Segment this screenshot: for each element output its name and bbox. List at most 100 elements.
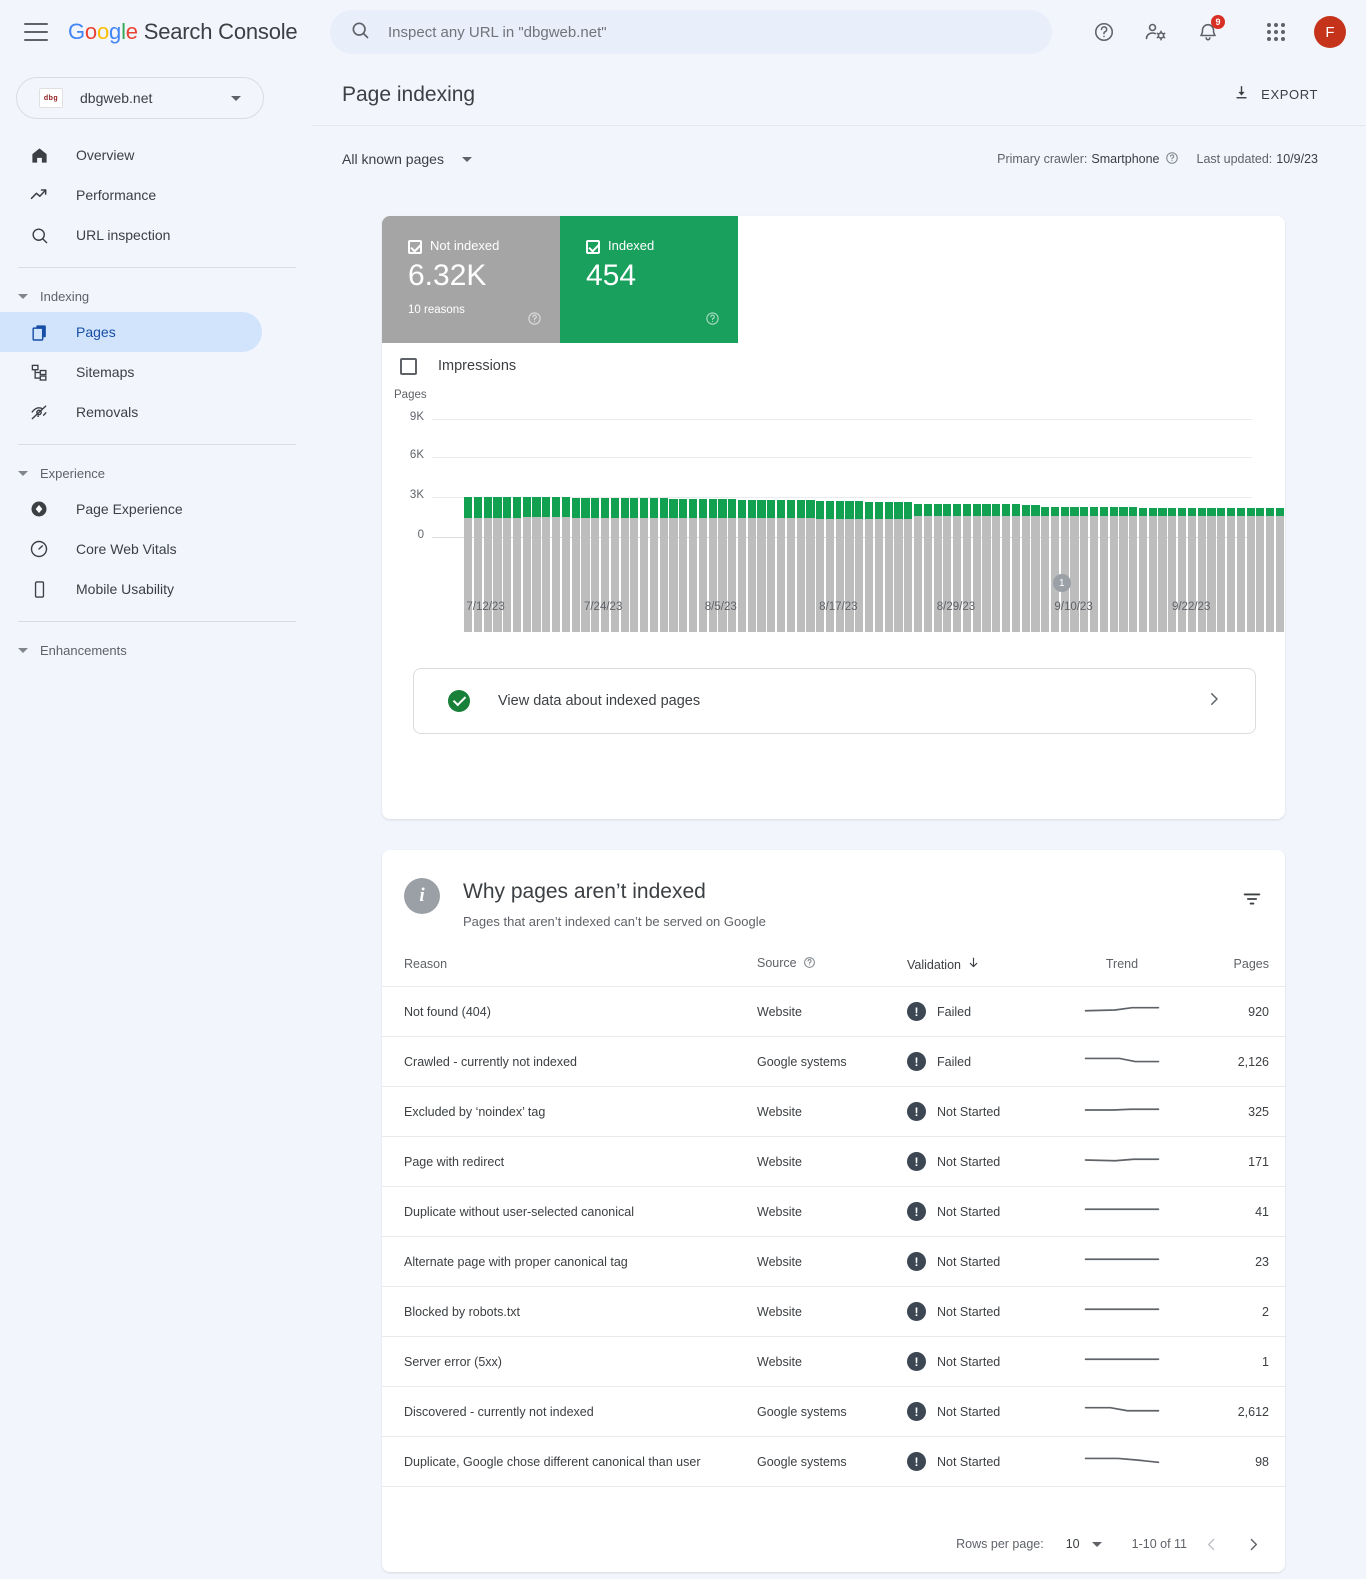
next-page-button[interactable]: [1235, 1526, 1271, 1562]
column-header-trend[interactable]: Trend: [1062, 950, 1182, 987]
cell-reason[interactable]: Alternate page with proper canonical tag: [382, 1236, 757, 1287]
warning-icon: !: [907, 1202, 926, 1221]
table-row[interactable]: Duplicate, Google chose different canoni…: [382, 1436, 1285, 1487]
table-row[interactable]: Page with redirect Website! Not Started 171: [382, 1136, 1285, 1187]
cell-source: Website: [757, 1186, 907, 1237]
help-circle-icon[interactable]: [1165, 151, 1179, 168]
account-settings-icon[interactable]: [1136, 12, 1176, 52]
trend-sparkline-icon: [1084, 1457, 1160, 1464]
validation-status-label: Not Started: [937, 1454, 1001, 1469]
column-header-validation[interactable]: Validation: [907, 950, 1062, 987]
arrow-down-icon: [967, 957, 980, 972]
notifications-icon[interactable]: 9: [1188, 12, 1228, 52]
cell-trend: [1062, 1136, 1182, 1187]
checkbox-checked-icon[interactable]: [408, 240, 422, 254]
sidebar-item-pages[interactable]: Pages: [0, 312, 262, 352]
notification-badge: 9: [1211, 15, 1225, 29]
cell-reason[interactable]: Discovered - currently not indexed: [382, 1386, 757, 1437]
table-row[interactable]: Server error (5xx) Website! Not Started 1: [382, 1336, 1285, 1387]
help-circle-icon[interactable]: [705, 311, 720, 331]
bar-segment-indexed: [1197, 508, 1206, 516]
bar-segment-indexed: [1217, 508, 1226, 516]
sidebar-group-indexing[interactable]: Indexing: [0, 280, 312, 312]
column-header-reason[interactable]: Reason: [382, 950, 757, 987]
table-row[interactable]: Discovered - currently not indexed Google…: [382, 1386, 1285, 1437]
bar-segment-indexed: [1158, 507, 1167, 516]
chart-annotation-marker[interactable]: 1: [1052, 574, 1071, 592]
cell-reason[interactable]: Page with redirect: [382, 1136, 757, 1187]
table-row[interactable]: Blocked by robots.txt Website! Not Started…: [382, 1286, 1285, 1337]
table-head: Reason Source Validation Trend Pages: [382, 950, 1285, 987]
column-header-source[interactable]: Source: [757, 950, 907, 987]
cell-reason[interactable]: Duplicate without user-selected canonica…: [382, 1186, 757, 1237]
sidebar-item-overview[interactable]: Overview: [0, 135, 262, 175]
cell-reason[interactable]: Blocked by robots.txt: [382, 1286, 757, 1337]
sidebar-item-performance[interactable]: Performance: [0, 175, 262, 215]
table-row[interactable]: Crawled - currently not indexed Google sy…: [382, 1036, 1285, 1087]
bar-segment-indexed: [1236, 508, 1245, 516]
help-circle-icon[interactable]: [527, 311, 542, 331]
sidebar-item-removals[interactable]: Removals: [0, 392, 262, 432]
sidebar-item-core-web-vitals[interactable]: Core Web Vitals: [0, 529, 262, 569]
sidebar-group-enhancements[interactable]: Enhancements: [0, 634, 312, 666]
bar-segment-indexed: [1226, 508, 1236, 516]
sidebar-group-experience[interactable]: Experience: [0, 457, 312, 489]
avatar[interactable]: F: [1314, 16, 1346, 48]
apps-grid-icon[interactable]: [1256, 12, 1296, 52]
bar-segment-indexed: [1129, 507, 1138, 516]
checkbox-checked-icon[interactable]: [586, 240, 600, 254]
bar-segment-indexed: [542, 497, 551, 518]
trend-sparkline-icon: [1084, 1158, 1160, 1162]
table-subtitle: Pages that aren’t indexed can’t be serve…: [463, 914, 766, 929]
table-row[interactable]: Duplicate without user-selected canonica…: [382, 1186, 1285, 1237]
warning-icon: !: [907, 1252, 926, 1271]
chart-x-axis-ticks: 7/12/23 7/24/23 8/5/23 8/17/23 8/29/23 9/10/2…: [382, 601, 1285, 621]
sidebar-item-label: Page Experience: [76, 501, 183, 517]
previous-page-button[interactable]: [1193, 1526, 1229, 1562]
cell-reason[interactable]: Crawled - currently not indexed: [382, 1036, 757, 1087]
url-inspection-searchbar[interactable]: [330, 10, 1052, 54]
status-card-not-indexed[interactable]: Not indexed 6.32K 10 reasons: [382, 216, 560, 343]
property-selector[interactable]: dbg dbgweb.net: [16, 77, 264, 119]
table-row[interactable]: Not found (404) Website! Failed 920: [382, 986, 1285, 1037]
status-card-indexed[interactable]: Indexed 454: [560, 216, 738, 343]
bar-segment-indexed: [943, 503, 952, 517]
speedometer-icon: [28, 538, 50, 560]
cell-reason[interactable]: Not found (404): [382, 986, 757, 1037]
known-pages-dropdown[interactable]: All known pages: [342, 151, 472, 167]
help-circle-icon[interactable]: [803, 957, 816, 972]
cell-reason[interactable]: Duplicate, Google chose different canoni…: [382, 1436, 757, 1487]
sidebar-item-sitemaps[interactable]: Sitemaps: [0, 352, 262, 392]
export-button[interactable]: EXPORT: [1233, 84, 1318, 106]
cta-label: View data about indexed pages: [498, 693, 701, 709]
hamburger-menu-icon[interactable]: [24, 23, 48, 41]
sidebar-item-url-inspection[interactable]: URL inspection: [0, 215, 262, 255]
bar-segment-indexed: [1041, 506, 1050, 516]
view-indexed-pages-cta[interactable]: View data about indexed pages: [413, 668, 1256, 734]
bar-segment-indexed: [1256, 508, 1265, 516]
impressions-checkbox[interactable]: [400, 357, 417, 375]
rows-per-page-value[interactable]: 10: [1066, 1537, 1080, 1551]
cell-reason[interactable]: Excluded by ‘noindex’ tag: [382, 1086, 757, 1137]
chevron-down-icon[interactable]: [1091, 1541, 1102, 1547]
cell-trend: [1062, 1336, 1182, 1387]
chevron-down-icon[interactable]: [231, 95, 241, 101]
sidebar-item-page-experience[interactable]: Page Experience: [0, 489, 262, 529]
table-row[interactable]: Alternate page with proper canonical tag…: [382, 1236, 1285, 1287]
bar-segment-indexed: [591, 497, 600, 518]
table-row[interactable]: Excluded by ‘noindex’ tag Website! Not Sta…: [382, 1086, 1285, 1137]
warning-icon: !: [907, 1102, 926, 1121]
cell-trend: [1062, 1286, 1182, 1337]
indexing-bar-chart: Pages 0 3K 6K 9K 7/12/23 7/24/23 8/5/23 8/17/2…: [382, 389, 1285, 639]
sidebar-group-label: Experience: [40, 465, 106, 481]
bar-segment-indexed: [532, 496, 541, 518]
pagination-range: 1-10 of 11: [1131, 1537, 1187, 1551]
cell-reason[interactable]: Server error (5xx): [382, 1336, 757, 1387]
bar-segment-indexed: [561, 497, 570, 518]
column-header-pages[interactable]: Pages: [1182, 950, 1285, 987]
help-icon[interactable]: [1084, 12, 1124, 52]
cell-trend: [1062, 986, 1182, 1037]
sidebar-item-mobile-usability[interactable]: Mobile Usability: [0, 569, 262, 609]
search-input[interactable]: [388, 23, 1052, 41]
filter-list-icon[interactable]: [1241, 888, 1263, 915]
